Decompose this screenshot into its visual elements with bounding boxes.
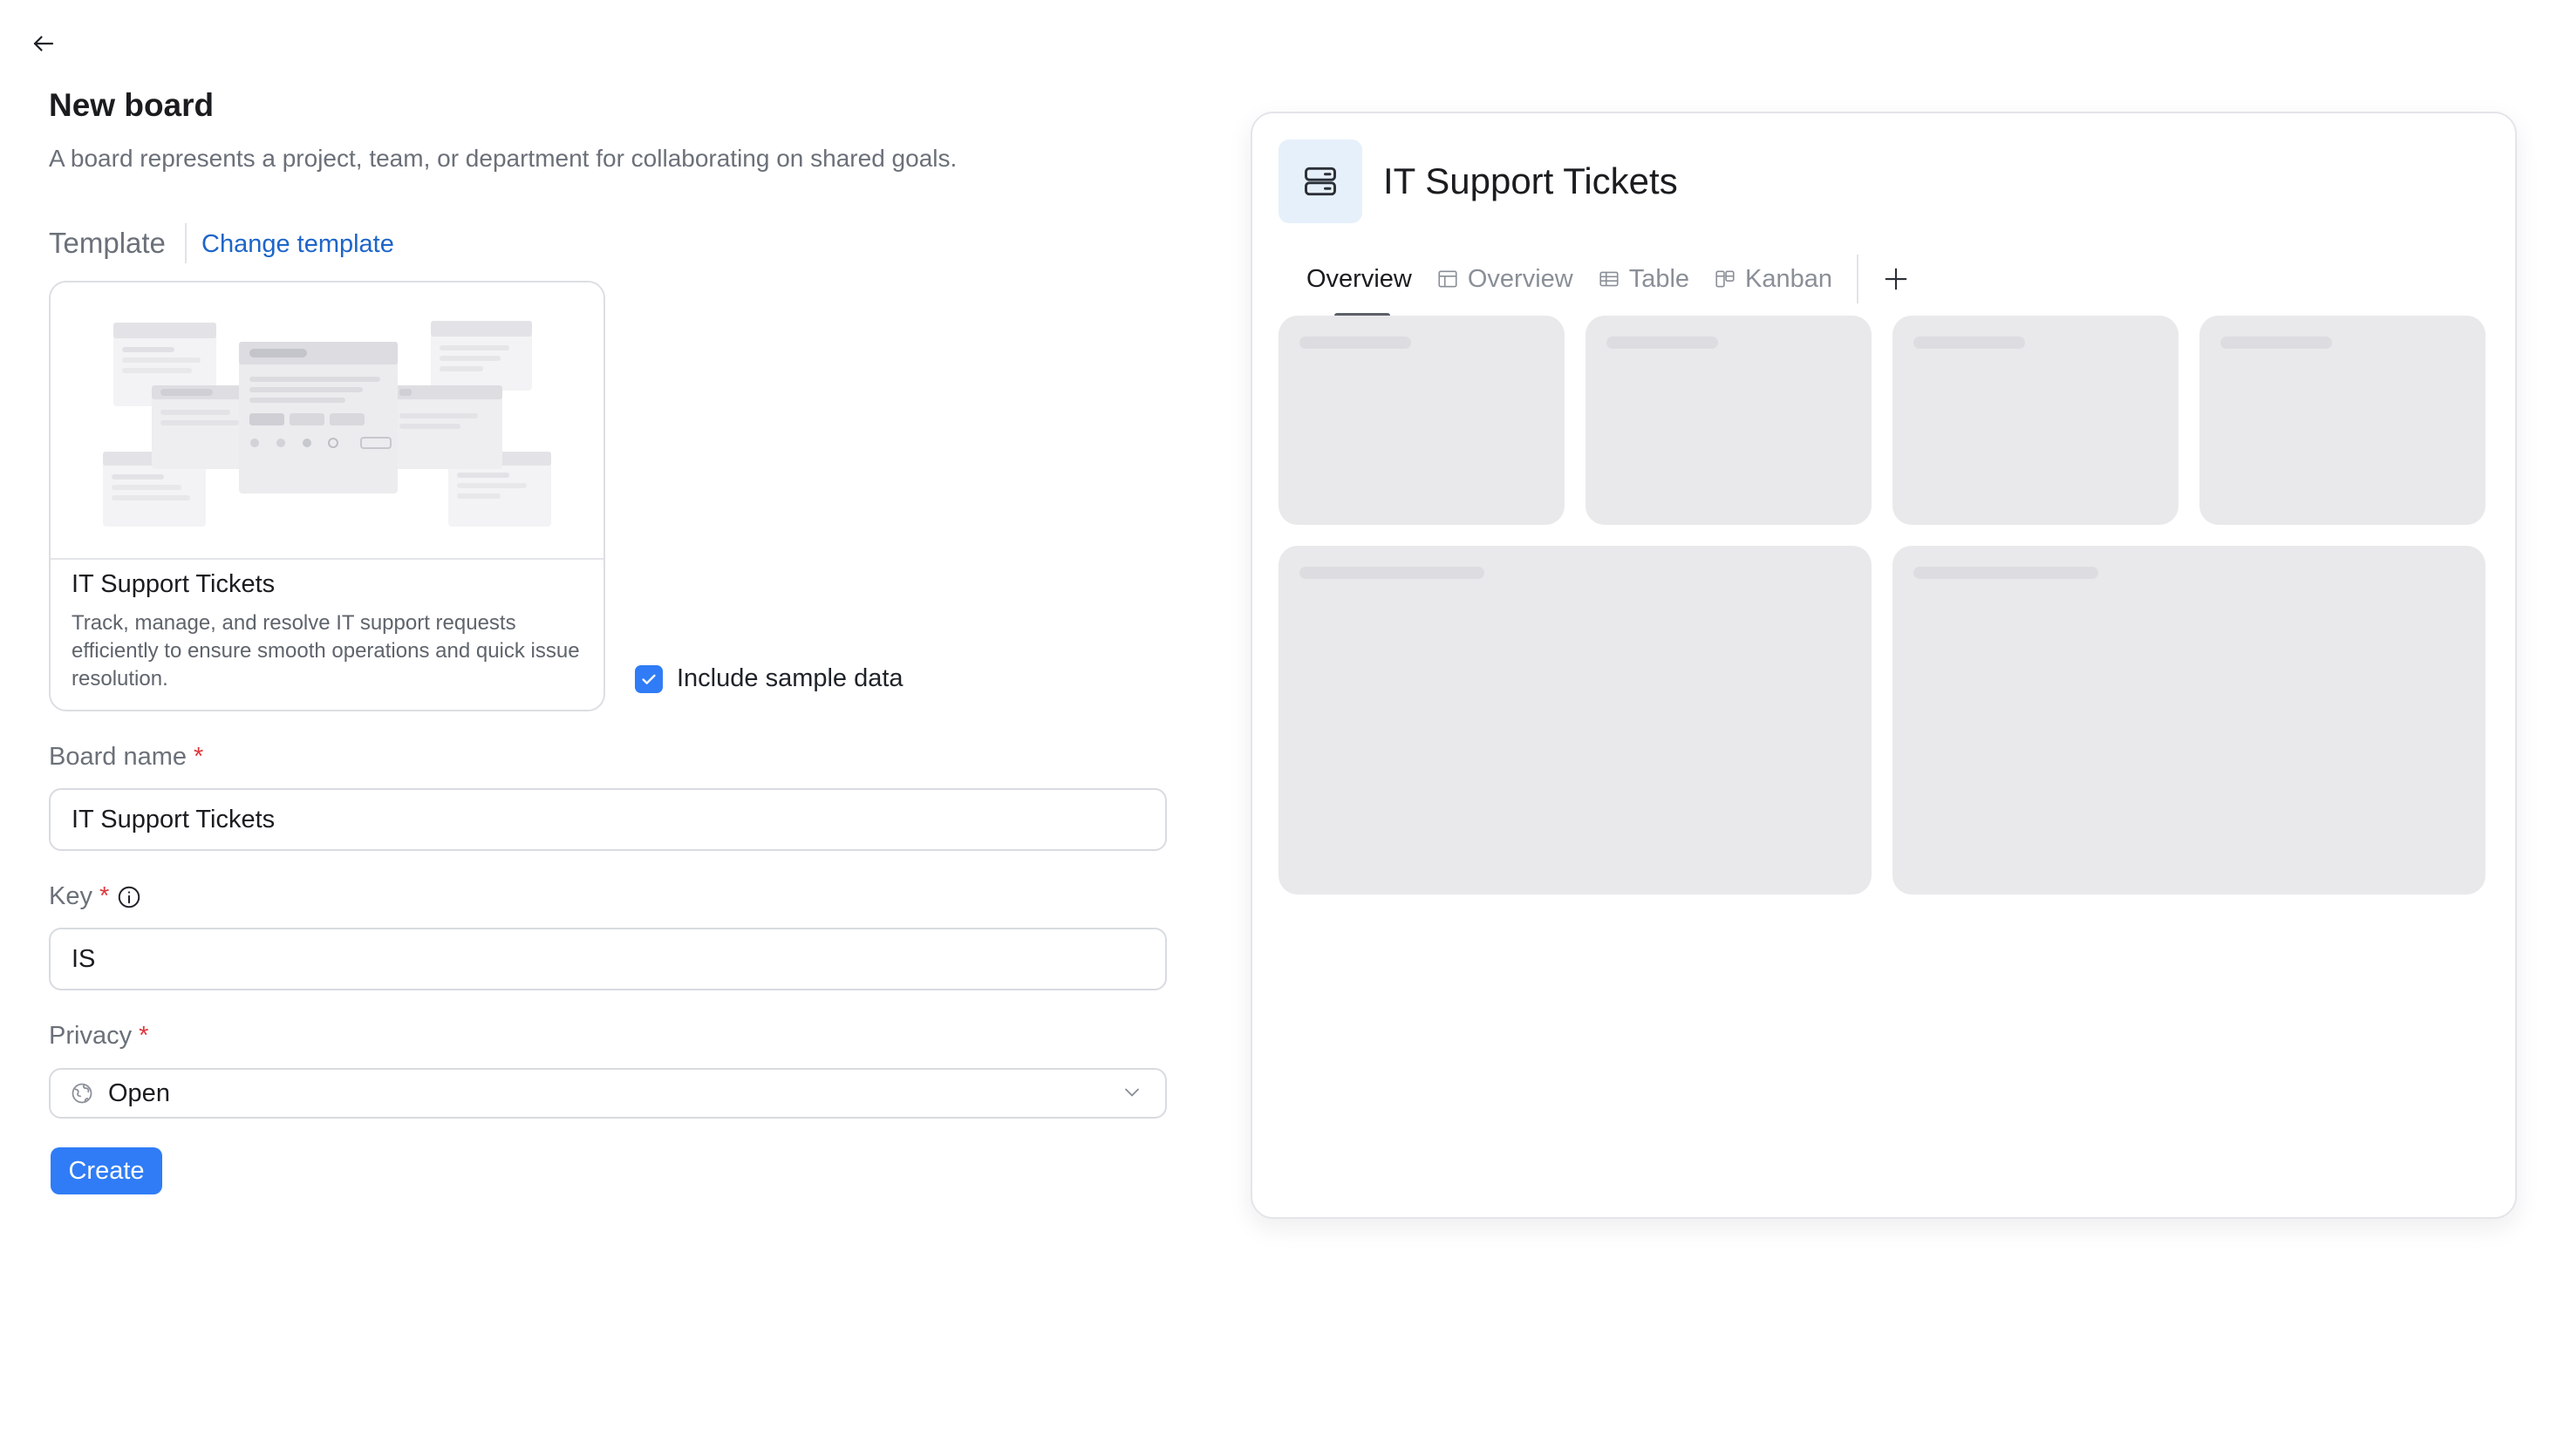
template-card[interactable]: IT Support Tickets Track, manage, and re… xyxy=(49,281,605,711)
key-label: Key * xyxy=(49,882,142,911)
skeleton-widget xyxy=(1279,316,1565,525)
board-view-tabs: Overview Overview Table Kanban xyxy=(1306,255,1911,318)
create-button[interactable]: Create xyxy=(51,1147,162,1194)
board-name-value: IT Support Tickets xyxy=(72,805,276,833)
required-mark: * xyxy=(99,882,110,910)
required-mark: * xyxy=(194,743,204,771)
divider xyxy=(185,223,187,263)
skeleton-widget xyxy=(2199,316,2486,525)
globe-icon xyxy=(72,1083,92,1104)
tab-overview-active[interactable]: Overview xyxy=(1306,264,1412,318)
tab-label: Overview xyxy=(1467,264,1573,293)
template-illustration xyxy=(103,321,551,527)
add-view-button[interactable] xyxy=(1881,264,1911,294)
divider xyxy=(1857,255,1859,303)
key-value: IS xyxy=(72,944,96,973)
table-icon xyxy=(1599,271,1619,287)
privacy-label-text: Privacy xyxy=(49,1022,133,1050)
template-description: Track, manage, and resolve IT support re… xyxy=(72,611,580,691)
arrow-left-icon xyxy=(33,36,54,51)
plus-icon xyxy=(1885,268,1907,290)
page-title: New board xyxy=(49,87,215,123)
tab-overview[interactable]: Overview xyxy=(1436,265,1573,294)
key-label-text: Key xyxy=(49,882,92,910)
privacy-value: Open xyxy=(108,1078,170,1107)
key-input[interactable]: IS xyxy=(49,928,1167,990)
check-icon xyxy=(642,674,656,684)
template-preview-illustration xyxy=(51,282,603,560)
page-description: A board represents a project, team, or d… xyxy=(49,145,958,172)
include-sample-data-checkbox[interactable]: Include sample data xyxy=(635,664,904,693)
skeleton-widget xyxy=(1892,316,2179,525)
template-label: Template xyxy=(49,227,166,259)
template-name: IT Support Tickets xyxy=(72,570,276,598)
skeleton-widget-large xyxy=(1279,546,1872,895)
info-circle-icon[interactable] xyxy=(116,884,142,910)
tab-label: Kanban xyxy=(1745,264,1833,293)
checkbox-checked[interactable] xyxy=(635,664,663,693)
board-name-input[interactable]: IT Support Tickets xyxy=(49,788,1167,851)
chevron-down-icon xyxy=(1125,1088,1139,1097)
board-icon-tile xyxy=(1279,139,1362,223)
include-sample-data-label: Include sample data xyxy=(677,664,904,692)
layout-icon xyxy=(1438,270,1457,288)
board-preview-title: IT Support Tickets xyxy=(1383,160,1678,201)
skeleton-widget-large xyxy=(1892,546,2486,895)
server-icon xyxy=(1305,167,1336,196)
change-template-link[interactable]: Change template xyxy=(201,230,394,259)
tab-table[interactable]: Table xyxy=(1598,265,1689,294)
privacy-label: Privacy * xyxy=(49,1022,148,1051)
board-name-label-text: Board name xyxy=(49,743,187,771)
board-name-label: Board name * xyxy=(49,743,203,772)
back-button[interactable] xyxy=(24,24,63,63)
tab-label: Table xyxy=(1628,264,1690,293)
skeleton-widget xyxy=(1585,316,1872,525)
privacy-select[interactable]: Open xyxy=(49,1068,1167,1119)
kanban-icon xyxy=(1715,270,1735,288)
tab-label: Overview xyxy=(1306,264,1412,293)
tab-kanban[interactable]: Kanban xyxy=(1714,265,1832,294)
required-mark: * xyxy=(139,1022,149,1050)
